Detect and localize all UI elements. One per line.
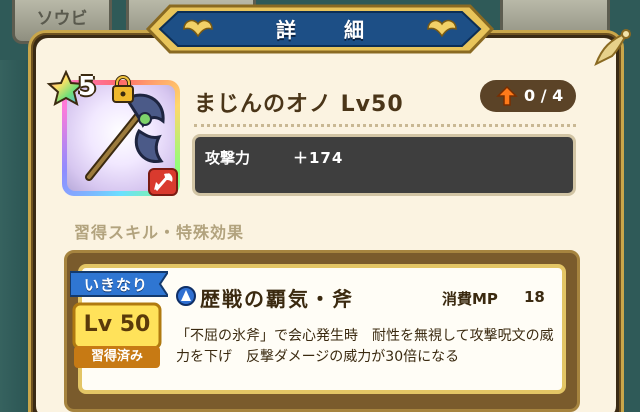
- section-heading: 習得スキル・特殊効果: [74, 223, 245, 242]
- upgrade-badge: 0 / 4: [480, 80, 576, 112]
- stat-label: 攻撃力: [205, 149, 251, 167]
- skill-type-icon: [176, 286, 196, 306]
- divider: [194, 124, 576, 127]
- item-name: まじんのオノ Lv50: [194, 92, 404, 117]
- arrow-up-icon: [496, 85, 518, 106]
- skill-trigger-label: いきなり: [83, 276, 148, 294]
- background-scene: [0, 60, 30, 412]
- upgrade-count: 0 / 4: [524, 86, 564, 105]
- rarity-badge: 5: [46, 69, 112, 106]
- skill-name: 歴戦の覇気・斧: [200, 287, 354, 311]
- skill-description: 「不屈の氷斧」で会心発生時 耐性を無視して攻撃呪文の威力を下げ 反撃ダメージの威…: [176, 328, 554, 365]
- weapon-type-axe-icon: [148, 168, 178, 196]
- skill-level: Lv 50: [83, 312, 151, 337]
- mp-cost-label: 消費MP: [442, 290, 498, 308]
- title-banner: 詳 細: [140, 0, 500, 58]
- corner-ornament-icon: [594, 29, 631, 67]
- rarity-number: 5: [78, 72, 97, 102]
- stat-value: ＋174: [293, 149, 344, 167]
- lock-icon[interactable]: [110, 74, 136, 104]
- learned-status: 習得済み: [74, 346, 160, 368]
- mp-cost-value: 18: [524, 288, 545, 306]
- page-title: 詳 細: [276, 18, 378, 42]
- stats-box: 攻撃力 ＋174: [192, 134, 576, 196]
